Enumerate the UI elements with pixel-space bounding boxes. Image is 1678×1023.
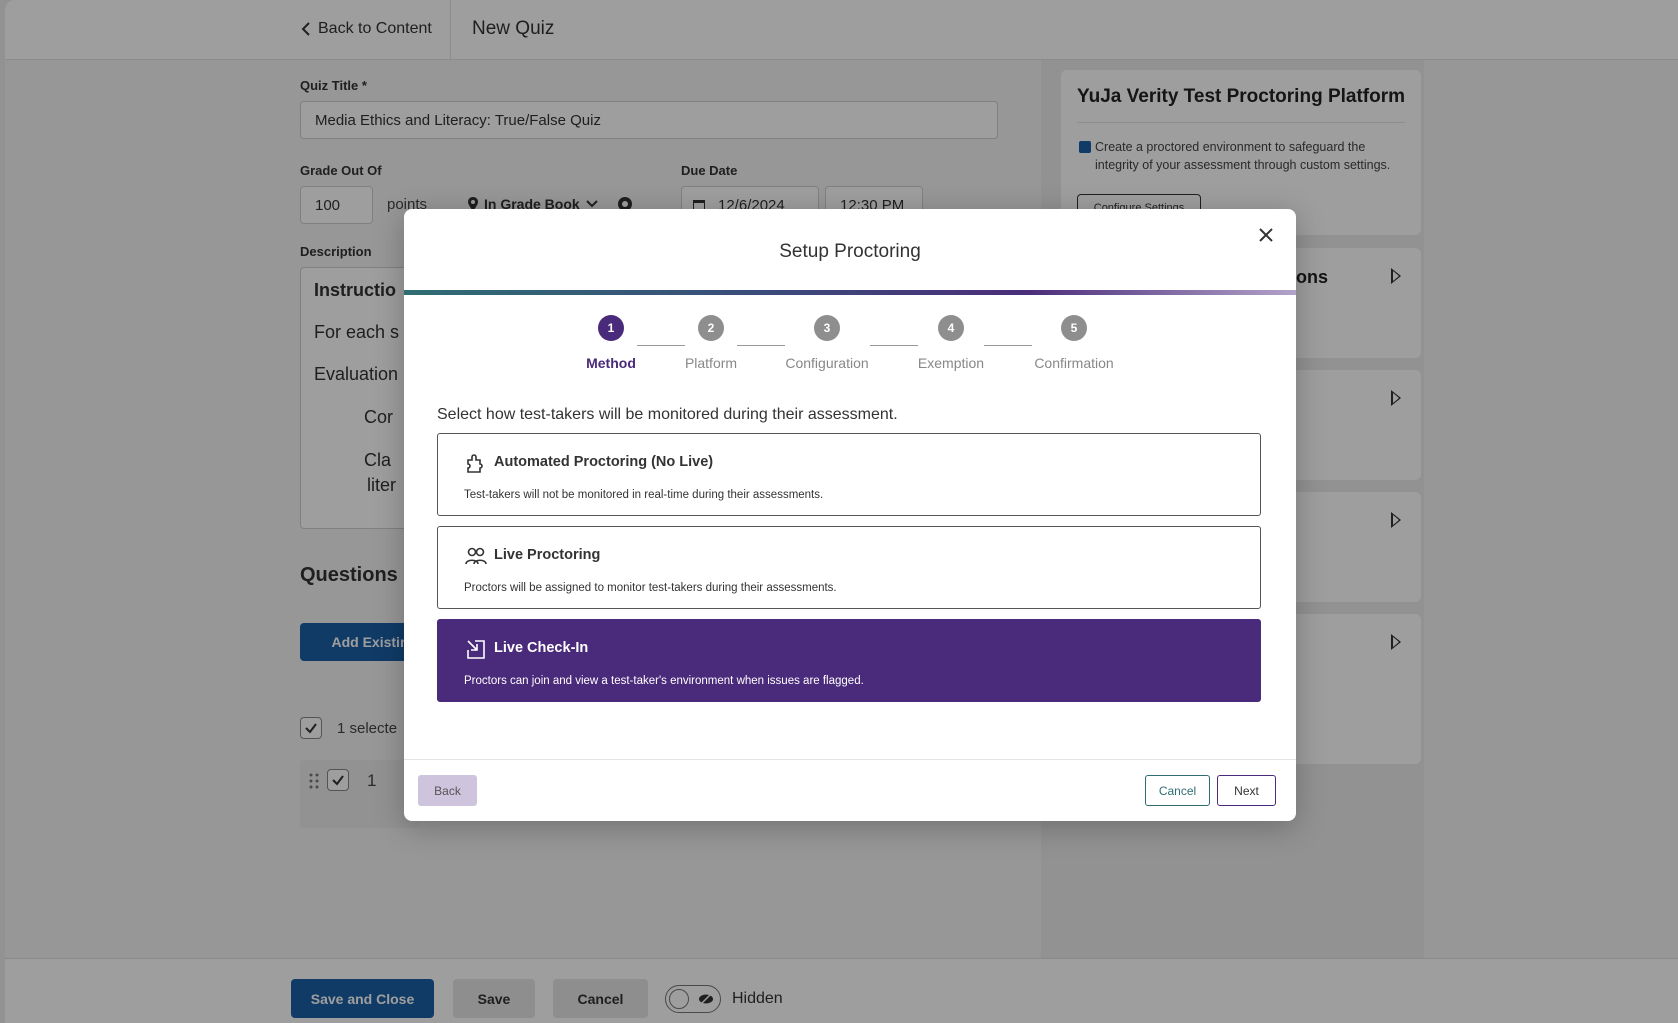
step-number: 2 (698, 315, 724, 341)
method-prompt: Select how test-takers will be monitored… (437, 406, 898, 423)
step-number: 5 (1061, 315, 1087, 341)
step-confirmation: 5 Confirmation (1004, 315, 1144, 371)
step-number: 4 (938, 315, 964, 341)
modal-footer-divider (404, 759, 1296, 760)
option-live-check-in[interactable]: Live Check-In Proctors can join and view… (437, 619, 1261, 702)
step-label: Exemption (917, 355, 985, 371)
users-icon (465, 547, 487, 565)
option-live-proctoring[interactable]: Live Proctoring Proctors will be assigne… (437, 526, 1261, 609)
option-title: Live Proctoring (494, 547, 601, 563)
close-icon (1259, 228, 1273, 242)
back-button[interactable]: Back (418, 775, 477, 806)
option-automated-proctoring[interactable]: Automated Proctoring (No Live) Test-take… (437, 433, 1261, 516)
option-title: Live Check-In (494, 640, 589, 656)
step-number: 1 (598, 315, 624, 341)
next-button[interactable]: Next (1217, 775, 1276, 806)
step-number: 3 (814, 315, 840, 341)
check-in-icon (467, 640, 485, 659)
option-description: Test-takers will not be monitored in rea… (464, 489, 824, 501)
step-label: Configuration (785, 355, 869, 371)
setup-proctoring-modal: Setup Proctoring 1 Method 2 Platform 3 C… (404, 209, 1296, 821)
option-description: Proctors can join and view a test-taker'… (464, 675, 864, 687)
option-description: Proctors will be assigned to monitor tes… (464, 582, 837, 594)
modal-title: Setup Proctoring (779, 241, 921, 262)
puzzle-icon (467, 454, 483, 473)
modal-cancel-button[interactable]: Cancel (1145, 775, 1210, 806)
step-exemption: 4 Exemption (881, 315, 1021, 371)
option-title: Automated Proctoring (No Live) (494, 454, 714, 470)
modal-header-bar (404, 290, 1296, 295)
close-button[interactable] (1254, 223, 1278, 247)
step-label: Confirmation (1034, 355, 1114, 371)
step-configuration: 3 Configuration (757, 315, 897, 371)
